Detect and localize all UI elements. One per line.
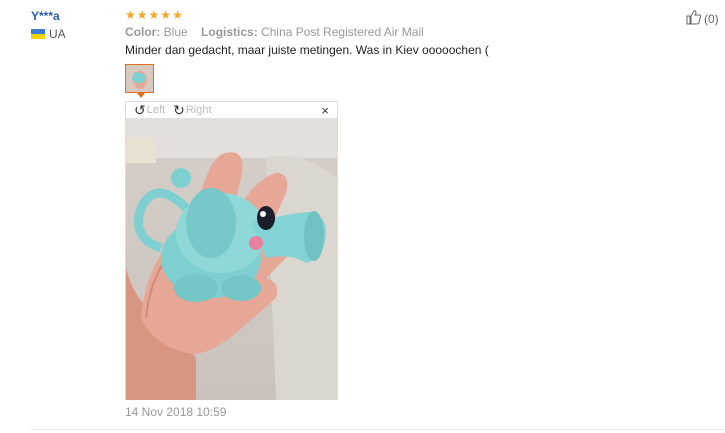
rotate-left-button[interactable]: ↺ Left: [134, 103, 165, 117]
review-meta: Color: Blue Logistics: China Post Regist…: [125, 25, 434, 39]
rotate-left-icon: ↺: [134, 102, 146, 118]
rotate-right-label: Right: [185, 104, 212, 116]
rotate-right-button[interactable]: ↻ Right: [173, 103, 211, 117]
logistics-label: Logistics:: [201, 25, 258, 39]
review-text: Minder dan gedacht, maar juiste metingen…: [125, 43, 489, 57]
review-country: UA: [31, 27, 66, 41]
rotate-right-icon: ↻: [173, 102, 185, 118]
rotate-left-label: Left: [146, 104, 166, 116]
country-code: UA: [49, 27, 66, 41]
review-date: 14 Nov 2018 10:59: [125, 405, 227, 419]
star-rating: ★ ★ ★ ★ ★: [125, 9, 183, 21]
star-icon: ★: [136, 8, 148, 22]
color-label: Color:: [125, 25, 161, 39]
star-icon: ★: [125, 8, 136, 22]
thumbnail-caret: [137, 93, 145, 98]
ukraine-flag-icon: [31, 29, 45, 39]
photo-viewer: ↺ Left ↻ Right ×: [125, 101, 338, 400]
helpful-count: (0): [704, 11, 719, 26]
star-icon: ★: [148, 8, 160, 22]
thumbs-up-icon: [686, 9, 702, 28]
review-photo: [126, 118, 337, 400]
star-icon: ★: [160, 8, 172, 22]
star-icon: ★: [172, 8, 183, 22]
color-value: Blue: [163, 25, 188, 39]
review-user-name[interactable]: Y***a: [31, 9, 60, 23]
review-photo-thumbnail[interactable]: [125, 64, 154, 93]
close-icon[interactable]: ×: [321, 103, 329, 118]
review-divider: [31, 429, 725, 430]
helpful-button[interactable]: (0): [686, 9, 719, 28]
logistics-value: China Post Registered Air Mail: [261, 25, 424, 39]
viewer-toolbar: ↺ Left ↻ Right ×: [126, 102, 337, 118]
